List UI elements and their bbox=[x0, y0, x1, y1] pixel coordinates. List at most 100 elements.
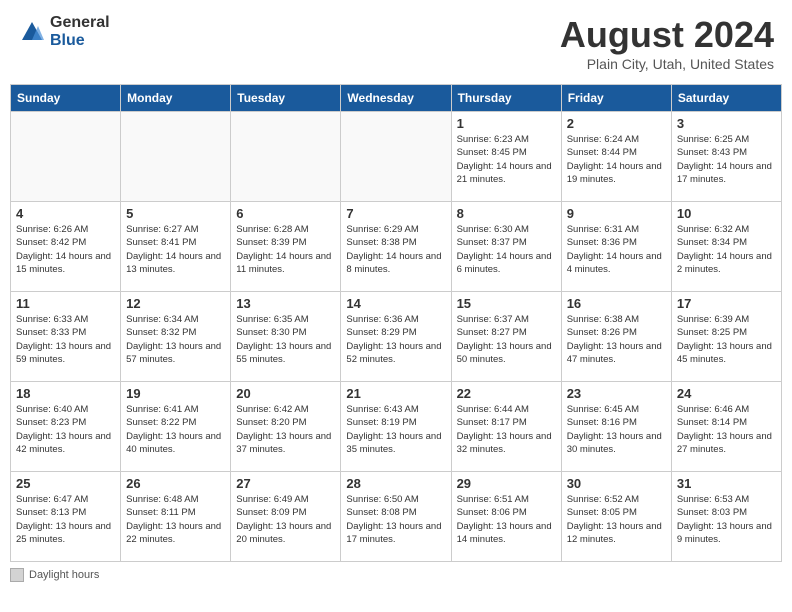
day-number: 15 bbox=[457, 296, 556, 311]
daylight-color-box bbox=[10, 568, 24, 582]
weekday-header-row: SundayMondayTuesdayWednesdayThursdayFrid… bbox=[11, 85, 782, 112]
day-number: 2 bbox=[567, 116, 666, 131]
day-info: Sunrise: 6:32 AM Sunset: 8:34 PM Dayligh… bbox=[677, 223, 776, 276]
week-row-4: 18 Sunrise: 6:40 AM Sunset: 8:23 PM Dayli… bbox=[11, 382, 782, 472]
day-number: 29 bbox=[457, 476, 556, 491]
calendar-cell: 21Sunrise: 6:43 AM Sunset: 8:19 PM Dayli… bbox=[341, 382, 451, 472]
day-number: 28 bbox=[346, 476, 445, 491]
calendar-cell: 5Sunrise: 6:27 AM Sunset: 8:41 PM Daylig… bbox=[121, 202, 231, 292]
calendar-cell: 11 Sunrise: 6:33 AM Sunset: 8:33 PM Dayli… bbox=[11, 292, 121, 382]
calendar-cell bbox=[231, 112, 341, 202]
day-number: 5 bbox=[126, 206, 225, 221]
day-number: 6 bbox=[236, 206, 335, 221]
calendar-cell: 24 Sunrise: 6:46 AM Sunset: 8:14 PM Dayli… bbox=[671, 382, 781, 472]
day-number: 19 bbox=[126, 386, 225, 401]
weekday-header-saturday: Saturday bbox=[671, 85, 781, 112]
day-info: Sunrise: 6:37 AM Sunset: 8:27 PM Dayligh… bbox=[457, 313, 556, 366]
day-number: 27 bbox=[236, 476, 335, 491]
day-info: Sunrise: 6:35 AM Sunset: 8:30 PM Dayligh… bbox=[236, 313, 335, 366]
day-info: Sunrise: 6:38 AM Sunset: 8:26 PM Dayligh… bbox=[567, 313, 666, 366]
calendar-cell: 9Sunrise: 6:31 AM Sunset: 8:36 PM Daylig… bbox=[561, 202, 671, 292]
day-info: Sunrise: 6:41 AM Sunset: 8:22 PM Dayligh… bbox=[126, 403, 225, 456]
calendar-cell: 23Sunrise: 6:45 AM Sunset: 8:16 PM Dayli… bbox=[561, 382, 671, 472]
day-number: 8 bbox=[457, 206, 556, 221]
day-info: Sunrise: 6:53 AM Sunset: 8:03 PM Dayligh… bbox=[677, 493, 776, 546]
day-info: Sunrise: 6:25 AM Sunset: 8:43 PM Dayligh… bbox=[677, 133, 776, 186]
week-row-5: 25 Sunrise: 6:47 AM Sunset: 8:13 PM Dayli… bbox=[11, 472, 782, 562]
calendar-cell: 3 Sunrise: 6:25 AM Sunset: 8:43 PM Daylig… bbox=[671, 112, 781, 202]
footer-note: Daylight hours bbox=[10, 568, 782, 582]
day-info: Sunrise: 6:29 AM Sunset: 8:38 PM Dayligh… bbox=[346, 223, 445, 276]
day-number: 4 bbox=[16, 206, 115, 221]
calendar-cell: 16 Sunrise: 6:38 AM Sunset: 8:26 PM Dayli… bbox=[561, 292, 671, 382]
day-info: Sunrise: 6:24 AM Sunset: 8:44 PM Dayligh… bbox=[567, 133, 666, 186]
day-info: Sunrise: 6:36 AM Sunset: 8:29 PM Dayligh… bbox=[346, 313, 445, 366]
calendar-cell: 30Sunrise: 6:52 AM Sunset: 8:05 PM Dayli… bbox=[561, 472, 671, 562]
day-info: Sunrise: 6:52 AM Sunset: 8:05 PM Dayligh… bbox=[567, 493, 666, 546]
calendar-cell bbox=[11, 112, 121, 202]
day-info: Sunrise: 6:43 AM Sunset: 8:19 PM Dayligh… bbox=[346, 403, 445, 456]
day-info: Sunrise: 6:48 AM Sunset: 8:11 PM Dayligh… bbox=[126, 493, 225, 546]
day-number: 24 bbox=[677, 386, 776, 401]
calendar-cell bbox=[341, 112, 451, 202]
day-number: 14 bbox=[346, 296, 445, 311]
week-row-2: 4 Sunrise: 6:26 AM Sunset: 8:42 PM Daylig… bbox=[11, 202, 782, 292]
calendar-cell: 20Sunrise: 6:42 AM Sunset: 8:20 PM Dayli… bbox=[231, 382, 341, 472]
day-info: Sunrise: 6:26 AM Sunset: 8:42 PM Dayligh… bbox=[16, 223, 115, 276]
month-title: August 2024 bbox=[560, 14, 774, 56]
calendar-cell: 27Sunrise: 6:49 AM Sunset: 8:09 PM Dayli… bbox=[231, 472, 341, 562]
day-number: 25 bbox=[16, 476, 115, 491]
daylight-label: Daylight hours bbox=[29, 569, 99, 581]
day-number: 22 bbox=[457, 386, 556, 401]
day-info: Sunrise: 6:44 AM Sunset: 8:17 PM Dayligh… bbox=[457, 403, 556, 456]
calendar-cell: 26 Sunrise: 6:48 AM Sunset: 8:11 PM Dayli… bbox=[121, 472, 231, 562]
title-area: August 2024 Plain City, Utah, United Sta… bbox=[560, 14, 774, 72]
logo-general-text: General bbox=[50, 14, 110, 32]
weekday-header-tuesday: Tuesday bbox=[231, 85, 341, 112]
logo-blue-text: Blue bbox=[50, 32, 110, 50]
day-info: Sunrise: 6:30 AM Sunset: 8:37 PM Dayligh… bbox=[457, 223, 556, 276]
calendar-cell: 1 Sunrise: 6:23 AM Sunset: 8:45 PM Daylig… bbox=[451, 112, 561, 202]
calendar-cell: 28 Sunrise: 6:50 AM Sunset: 8:08 PM Dayli… bbox=[341, 472, 451, 562]
day-number: 11 bbox=[16, 296, 115, 311]
header: General Blue August 2024 Plain City, Uta… bbox=[10, 10, 782, 76]
day-number: 16 bbox=[567, 296, 666, 311]
day-info: Sunrise: 6:47 AM Sunset: 8:13 PM Dayligh… bbox=[16, 493, 115, 546]
location-title: Plain City, Utah, United States bbox=[560, 56, 774, 72]
day-number: 12 bbox=[126, 296, 225, 311]
weekday-header-sunday: Sunday bbox=[11, 85, 121, 112]
week-row-1: 1 Sunrise: 6:23 AM Sunset: 8:45 PM Daylig… bbox=[11, 112, 782, 202]
day-number: 1 bbox=[457, 116, 556, 131]
calendar-cell: 12Sunrise: 6:34 AM Sunset: 8:32 PM Dayli… bbox=[121, 292, 231, 382]
calendar-cell: 6 Sunrise: 6:28 AM Sunset: 8:39 PM Daylig… bbox=[231, 202, 341, 292]
day-info: Sunrise: 6:33 AM Sunset: 8:33 PM Dayligh… bbox=[16, 313, 115, 366]
calendar-cell: 19 Sunrise: 6:41 AM Sunset: 8:22 PM Dayli… bbox=[121, 382, 231, 472]
day-number: 31 bbox=[677, 476, 776, 491]
day-info: Sunrise: 6:28 AM Sunset: 8:39 PM Dayligh… bbox=[236, 223, 335, 276]
day-info: Sunrise: 6:40 AM Sunset: 8:23 PM Dayligh… bbox=[16, 403, 115, 456]
day-number: 13 bbox=[236, 296, 335, 311]
calendar-cell: 22 Sunrise: 6:44 AM Sunset: 8:17 PM Dayli… bbox=[451, 382, 561, 472]
calendar-table: SundayMondayTuesdayWednesdayThursdayFrid… bbox=[10, 84, 782, 562]
day-number: 18 bbox=[16, 386, 115, 401]
day-number: 10 bbox=[677, 206, 776, 221]
weekday-header-wednesday: Wednesday bbox=[341, 85, 451, 112]
day-info: Sunrise: 6:23 AM Sunset: 8:45 PM Dayligh… bbox=[457, 133, 556, 186]
weekday-header-monday: Monday bbox=[121, 85, 231, 112]
day-number: 26 bbox=[126, 476, 225, 491]
logo-icon bbox=[18, 18, 46, 46]
day-number: 3 bbox=[677, 116, 776, 131]
day-info: Sunrise: 6:46 AM Sunset: 8:14 PM Dayligh… bbox=[677, 403, 776, 456]
calendar-cell: 31 Sunrise: 6:53 AM Sunset: 8:03 PM Dayli… bbox=[671, 472, 781, 562]
calendar-cell: 7 Sunrise: 6:29 AM Sunset: 8:38 PM Daylig… bbox=[341, 202, 451, 292]
day-number: 7 bbox=[346, 206, 445, 221]
weekday-header-thursday: Thursday bbox=[451, 85, 561, 112]
calendar-cell: 15 Sunrise: 6:37 AM Sunset: 8:27 PM Dayli… bbox=[451, 292, 561, 382]
weekday-header-friday: Friday bbox=[561, 85, 671, 112]
day-info: Sunrise: 6:50 AM Sunset: 8:08 PM Dayligh… bbox=[346, 493, 445, 546]
day-info: Sunrise: 6:39 AM Sunset: 8:25 PM Dayligh… bbox=[677, 313, 776, 366]
calendar-cell: 17Sunrise: 6:39 AM Sunset: 8:25 PM Dayli… bbox=[671, 292, 781, 382]
calendar-cell bbox=[121, 112, 231, 202]
calendar-cell: 29 Sunrise: 6:51 AM Sunset: 8:06 PM Dayli… bbox=[451, 472, 561, 562]
day-info: Sunrise: 6:51 AM Sunset: 8:06 PM Dayligh… bbox=[457, 493, 556, 546]
